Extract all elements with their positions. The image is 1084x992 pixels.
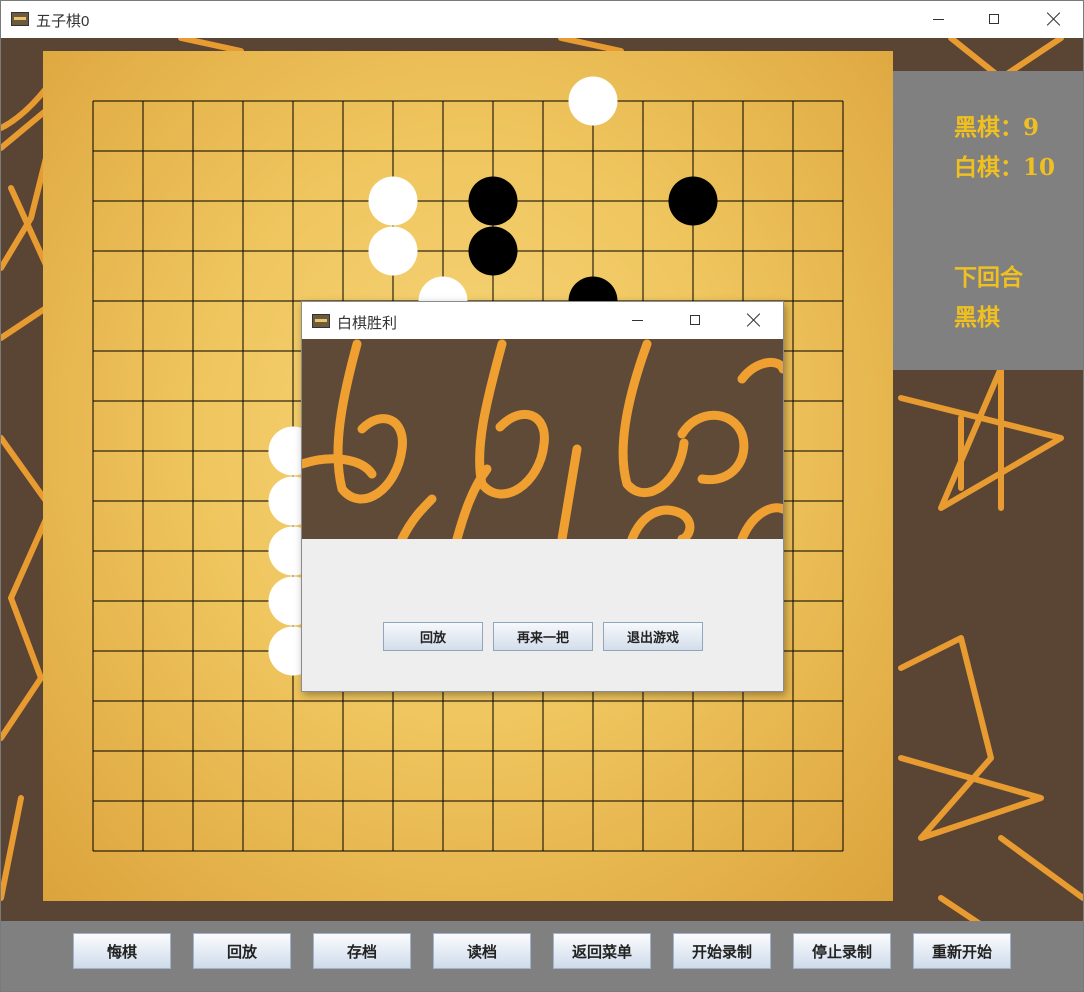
victory-dialog: 白棋胜利 回放 再来一把 退出游戏 xyxy=(301,301,784,692)
start-recording-button[interactable]: 开始录制 xyxy=(673,933,771,969)
close-icon xyxy=(747,313,761,327)
victory-image xyxy=(302,339,783,539)
maximize-button[interactable] xyxy=(971,1,1017,37)
game-window: 五子棋0 黑棋：9 白棋：10 下回合 黑棋 悔棋 回放 存档 读档 返回菜单 … xyxy=(0,0,1084,992)
minimize-icon xyxy=(932,18,944,20)
white-stone xyxy=(568,76,618,126)
play-again-button[interactable]: 再来一把 xyxy=(493,622,593,651)
black-count-value: 9 xyxy=(1023,114,1040,141)
next-turn-player: 黑棋 xyxy=(954,304,1000,331)
dialog-title-bar: 白棋胜利 xyxy=(302,302,783,339)
white-count-label: 白棋： xyxy=(954,154,1023,181)
next-turn-label: 下回合 xyxy=(954,264,1023,291)
replay-button[interactable]: 回放 xyxy=(193,933,291,969)
exit-game-button[interactable]: 退出游戏 xyxy=(603,622,703,651)
dialog-maximize-button[interactable] xyxy=(672,302,718,338)
undo-button[interactable]: 悔棋 xyxy=(73,933,171,969)
white-stone xyxy=(368,226,418,276)
dialog-minimize-button[interactable] xyxy=(614,302,660,338)
save-button[interactable]: 存档 xyxy=(313,933,411,969)
back-to-menu-button[interactable]: 返回菜单 xyxy=(553,933,651,969)
score-panel: 黑棋：9 白棋：10 下回合 黑棋 xyxy=(893,71,1083,370)
maximize-icon xyxy=(989,14,999,24)
restart-button[interactable]: 重新开始 xyxy=(913,933,1011,969)
dialog-close-button[interactable] xyxy=(731,302,777,338)
white-stone xyxy=(368,176,418,226)
dialog-app-icon xyxy=(312,314,330,328)
window-title: 五子棋0 xyxy=(36,13,90,30)
stop-recording-button[interactable]: 停止录制 xyxy=(793,933,891,969)
title-bar: 五子棋0 xyxy=(1,1,1083,38)
minimize-icon xyxy=(631,319,643,321)
black-stone xyxy=(468,226,518,276)
app-icon xyxy=(11,12,29,26)
white-count-row: 白棋：10 xyxy=(954,148,1055,182)
black-stone xyxy=(668,176,718,226)
dialog-replay-button[interactable]: 回放 xyxy=(383,622,483,651)
black-count-row: 黑棋：9 xyxy=(954,108,1039,142)
black-count-label: 黑棋： xyxy=(954,114,1023,141)
toolbar: 悔棋 回放 存档 读档 返回菜单 开始录制 停止录制 重新开始 xyxy=(1,921,1083,991)
close-icon xyxy=(1047,12,1061,26)
close-button[interactable] xyxy=(1031,1,1077,37)
load-button[interactable]: 读档 xyxy=(433,933,531,969)
minimize-button[interactable] xyxy=(915,1,961,37)
white-count-value: 10 xyxy=(1023,154,1056,181)
maximize-icon xyxy=(690,315,700,325)
black-stone xyxy=(468,176,518,226)
dialog-title: 白棋胜利 xyxy=(337,315,398,332)
